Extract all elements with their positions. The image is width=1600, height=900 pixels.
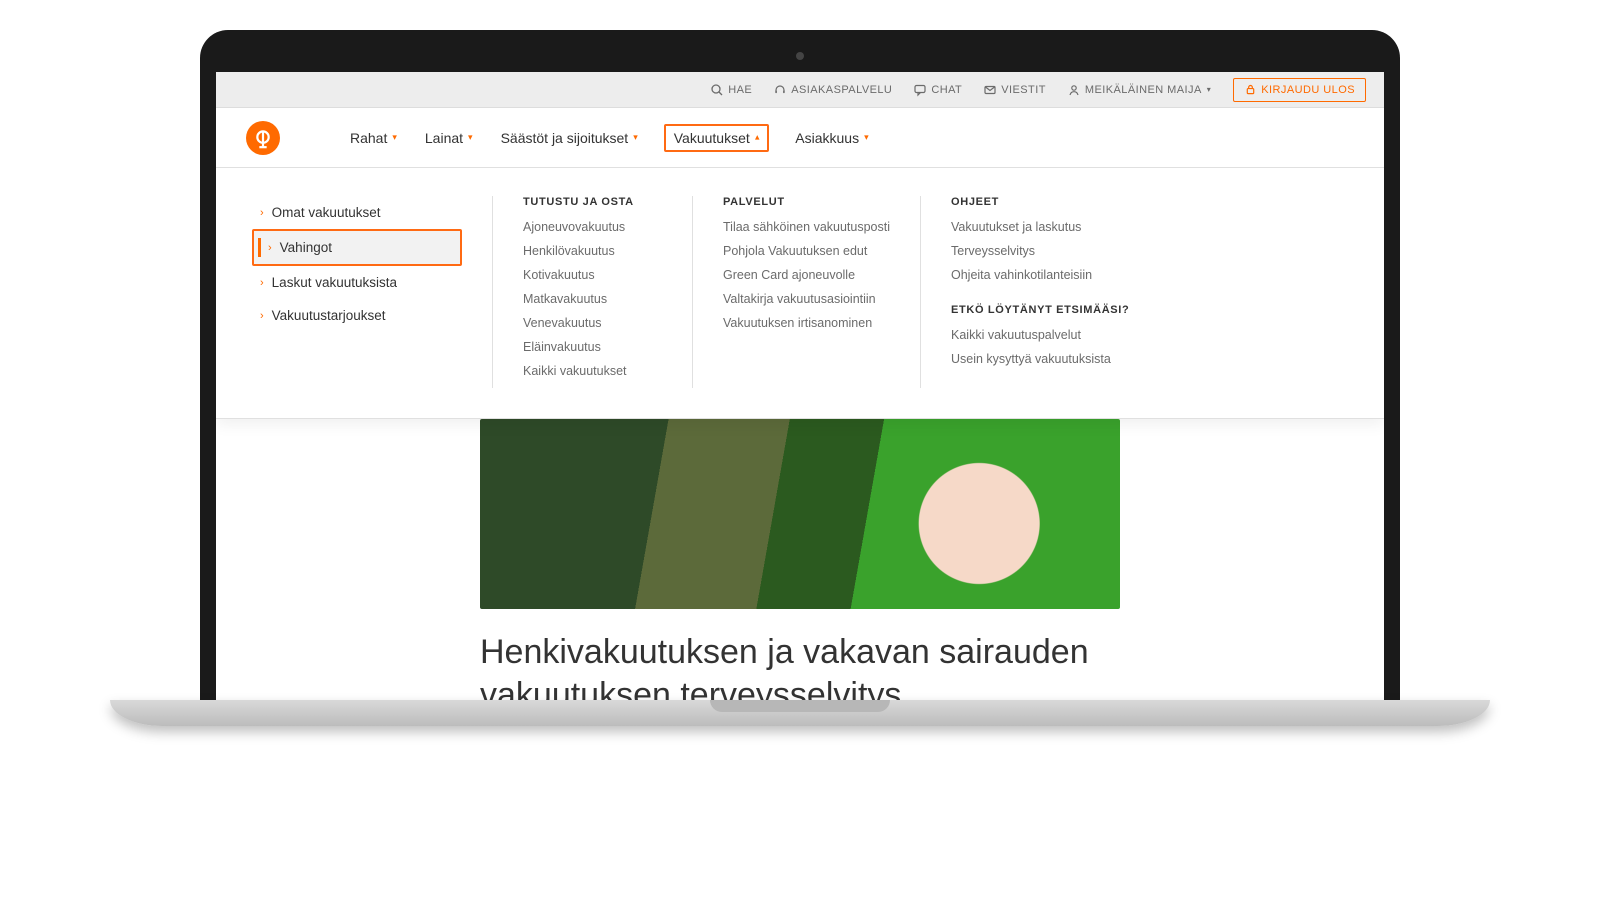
- chevron-down-icon: ▾: [864, 132, 869, 143]
- quick-vahingot[interactable]: › Vahingot: [252, 229, 462, 266]
- chevron-down-icon: ▾: [392, 132, 397, 143]
- mega-link[interactable]: Eläinvakuutus: [523, 340, 662, 354]
- search-icon: [711, 84, 723, 96]
- nav-label: Lainat: [425, 130, 463, 146]
- nav-label: Rahat: [350, 130, 387, 146]
- brand-logo[interactable]: [246, 121, 280, 155]
- nav-lainat[interactable]: Lainat ▾: [423, 124, 475, 152]
- chevron-right-icon: ›: [260, 277, 264, 289]
- headset-icon: [774, 84, 786, 96]
- nav-label: Säästöt ja sijoitukset: [501, 130, 629, 146]
- mega-link[interactable]: Kaikki vakuutukset: [523, 364, 662, 378]
- nav-vakuutukset[interactable]: Vakuutukset ▾: [664, 124, 770, 152]
- nav-saastot[interactable]: Säästöt ja sijoitukset ▾: [499, 124, 640, 152]
- mega-link[interactable]: Tilaa sähköinen vakuutusposti: [723, 220, 890, 234]
- search-label: HAE: [728, 84, 752, 96]
- mega-heading: PALVELUT: [723, 196, 890, 208]
- mega-quick-links: › Omat vakuutukset › Vahingot › Laskut v…: [252, 196, 492, 388]
- logout-button[interactable]: KIRJAUDU ULOS: [1233, 78, 1366, 102]
- mega-link[interactable]: Terveysselvitys: [951, 244, 1129, 258]
- messages-link[interactable]: VIESTIT: [984, 84, 1046, 96]
- mega-link[interactable]: Vakuutukset ja laskutus: [951, 220, 1129, 234]
- messages-label: VIESTIT: [1001, 84, 1046, 96]
- chevron-down-icon: ▾: [633, 132, 638, 143]
- mega-heading: ETKÖ LÖYTÄNYT ETSIMÄÄSI?: [951, 304, 1129, 316]
- quick-label: Laskut vakuutuksista: [272, 275, 397, 290]
- person-icon: [1068, 84, 1080, 96]
- utility-bar: HAE ASIAKASPALVELU CHAT: [216, 72, 1384, 108]
- quick-tarjoukset[interactable]: › Vakuutustarjoukset: [252, 299, 462, 332]
- page-title: Henkivakuutuksen ja vakavan sairauden va…: [480, 631, 1120, 700]
- mega-link[interactable]: Vakuutuksen irtisanominen: [723, 316, 890, 330]
- support-link[interactable]: ASIAKASPALVELU: [774, 84, 892, 96]
- nav-rahat[interactable]: Rahat ▾: [348, 124, 399, 152]
- quick-label: Vakuutustarjoukset: [272, 308, 386, 323]
- main-nav: Rahat ▾ Lainat ▾ Säästöt ja sijoitukset …: [216, 108, 1384, 168]
- mega-col-ohjeet: OHJEET Vakuutukset ja laskutus Terveysse…: [920, 196, 1159, 388]
- mega-link[interactable]: Kaikki vakuutuspalvelut: [951, 328, 1129, 342]
- chevron-right-icon: ›: [268, 242, 272, 254]
- chevron-right-icon: ›: [260, 207, 264, 219]
- logout-label: KIRJAUDU ULOS: [1261, 84, 1355, 96]
- support-label: ASIAKASPALVELU: [791, 84, 892, 96]
- mega-link[interactable]: Venevakuutus: [523, 316, 662, 330]
- mega-col-tutustu: TUTUSTU JA OSTA Ajoneuvovakuutus Henkilö…: [492, 196, 692, 388]
- chat-link[interactable]: CHAT: [914, 84, 962, 96]
- mega-heading: TUTUSTU JA OSTA: [523, 196, 662, 208]
- chevron-up-icon: ▾: [755, 132, 760, 143]
- mega-link[interactable]: Henkilövakuutus: [523, 244, 662, 258]
- nav-label: Asiakkuus: [795, 130, 859, 146]
- quick-laskut[interactable]: › Laskut vakuutuksista: [252, 266, 462, 299]
- screen: HAE ASIAKASPALVELU CHAT: [216, 72, 1384, 700]
- chevron-down-icon: ▾: [1207, 85, 1211, 94]
- quick-label: Omat vakuutukset: [272, 205, 381, 220]
- mega-heading: OHJEET: [951, 196, 1129, 208]
- nav-asiakkuus[interactable]: Asiakkuus ▾: [793, 124, 870, 152]
- hero-image: [480, 419, 1120, 609]
- mega-link[interactable]: Ohjeita vahinkotilanteisiin: [951, 268, 1129, 282]
- laptop-base: [110, 700, 1490, 726]
- mega-link[interactable]: Usein kysyttyä vakuutuksista: [951, 352, 1129, 366]
- mega-link[interactable]: Ajoneuvovakuutus: [523, 220, 662, 234]
- mega-link[interactable]: Valtakirja vakuutusasiointiin: [723, 292, 890, 306]
- nav-label: Vakuutukset: [674, 130, 750, 146]
- laptop-notch: [710, 700, 890, 712]
- laptop-frame: HAE ASIAKASPALVELU CHAT: [200, 30, 1400, 726]
- mega-link[interactable]: Pohjola Vakuutuksen edut: [723, 244, 890, 258]
- quick-omat-vakuutukset[interactable]: › Omat vakuutukset: [252, 196, 462, 229]
- camera-dot: [796, 52, 804, 60]
- mega-link[interactable]: Matkavakuutus: [523, 292, 662, 306]
- chevron-down-icon: ▾: [468, 132, 473, 143]
- chat-label: CHAT: [931, 84, 962, 96]
- mega-link[interactable]: Green Card ajoneuvolle: [723, 268, 890, 282]
- chat-icon: [914, 84, 926, 96]
- chevron-right-icon: ›: [260, 310, 264, 322]
- search-link[interactable]: HAE: [711, 84, 752, 96]
- user-name: MEIKÄLÄINEN MAIJA: [1085, 84, 1202, 96]
- user-menu[interactable]: MEIKÄLÄINEN MAIJA ▾: [1068, 84, 1211, 96]
- mega-menu: › Omat vakuutukset › Vahingot › Laskut v…: [216, 168, 1384, 419]
- mega-link[interactable]: Kotivakuutus: [523, 268, 662, 282]
- mega-col-palvelut: PALVELUT Tilaa sähköinen vakuutusposti P…: [692, 196, 920, 388]
- lock-icon: [1244, 84, 1256, 96]
- mail-icon: [984, 84, 996, 96]
- screen-bezel: HAE ASIAKASPALVELU CHAT: [200, 30, 1400, 700]
- quick-label: Vahingot: [280, 240, 332, 255]
